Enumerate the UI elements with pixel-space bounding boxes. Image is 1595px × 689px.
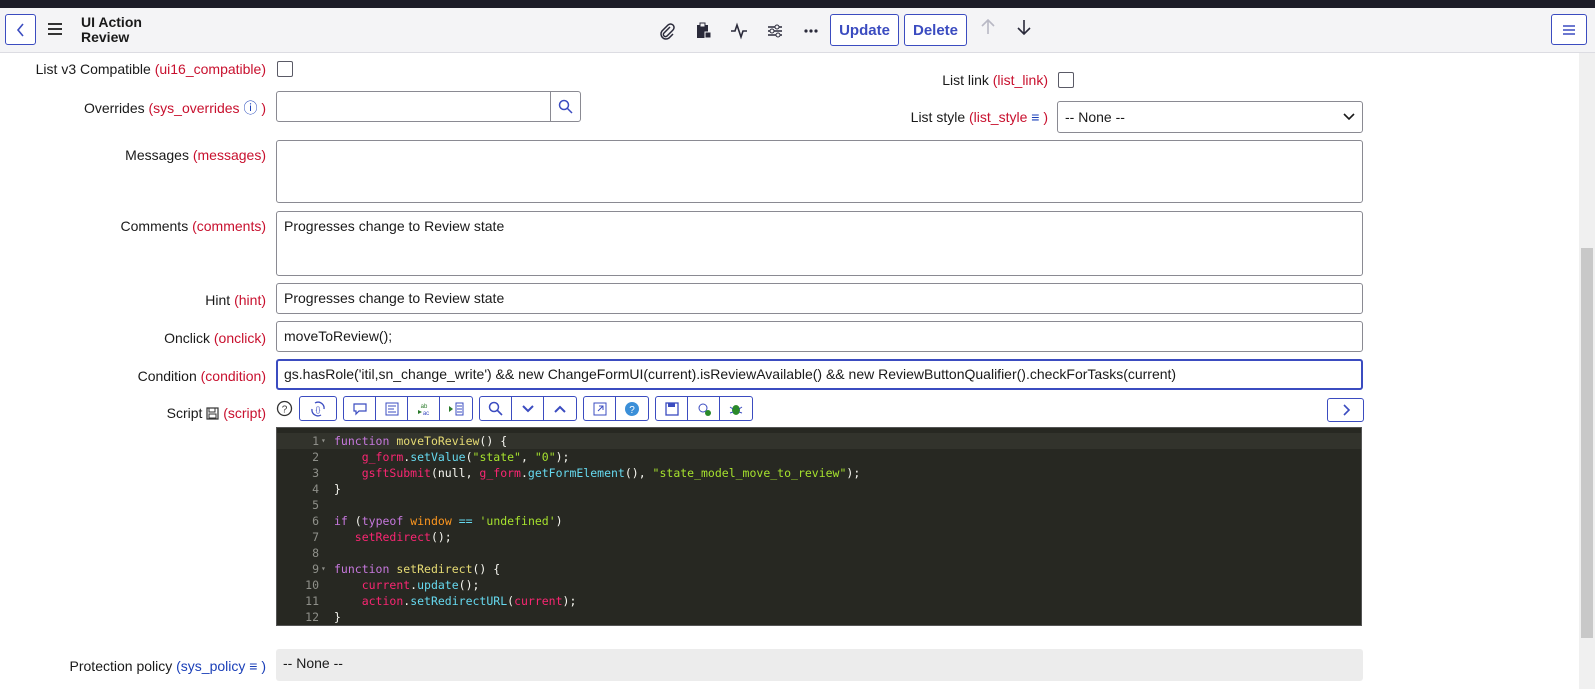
back-button[interactable] [5, 14, 36, 45]
svg-text:?: ? [282, 405, 288, 416]
save-icon[interactable] [206, 407, 219, 423]
bug-icon[interactable] [720, 397, 752, 420]
protection-policy-label: Protection policy (sys_policy ≡ ) [69, 658, 266, 674]
code-line: 2 g_form.setValue("state", "0"); [312, 450, 570, 464]
clipboard-icon[interactable] [692, 20, 714, 42]
script-debugger-icon[interactable] [688, 397, 720, 420]
list-icon[interactable]: ≡ [1031, 109, 1039, 125]
list-icon[interactable]: ≡ [249, 658, 257, 674]
chevron-down-icon [1343, 113, 1355, 121]
list-style-select[interactable]: -- None -- [1057, 101, 1363, 133]
help-circle-icon[interactable]: ? [616, 397, 648, 420]
comment-icon[interactable] [344, 397, 376, 420]
code-line: 11 action.setRedirectURL(current); [305, 594, 577, 608]
overrides-label: Overrides (sys_overrides ⓘ ) [83, 100, 266, 116]
code-line: 5 [312, 498, 319, 512]
onclick-label: Onclick (onclick) [164, 330, 266, 346]
script-label: Script (script) [166, 405, 266, 423]
overrides-input[interactable] [276, 91, 551, 122]
svg-text:ab: ab [420, 404, 427, 410]
scrollbar-thumb[interactable] [1581, 248, 1593, 638]
condition-label: Condition (condition) [137, 368, 266, 384]
comments-label: Comments (comments) [120, 218, 266, 234]
code-line: 8 [312, 546, 319, 560]
top-strip [0, 0, 1595, 8]
replace-all-icon[interactable] [440, 397, 472, 420]
onclick-input[interactable]: moveToReview(); [276, 321, 1363, 352]
list-style-label: List style (list_style ≡ ) [910, 109, 1048, 125]
arrow-up-icon[interactable] [980, 18, 996, 41]
toggle-syntax-icon[interactable]: {} [300, 397, 336, 420]
messages-label: Messages (messages) [125, 147, 266, 163]
svg-text:{}: {} [316, 407, 321, 414]
code-line: 10 current.update(); [305, 578, 480, 592]
code-line: 12} [305, 610, 341, 624]
chevron-right-icon [1342, 404, 1350, 416]
format-code-icon[interactable] [376, 397, 408, 420]
list-icon [1563, 24, 1575, 35]
help-icon[interactable]: ? [276, 400, 293, 420]
ui16-compatible-label: List v3 Compatible (ui16_compatible) [35, 61, 266, 77]
update-button[interactable]: Update [830, 14, 899, 46]
code-line: 7 setRedirect(); [312, 530, 452, 544]
activity-icon[interactable] [728, 20, 750, 42]
list-style-value: -- None -- [1065, 109, 1125, 125]
info-icon[interactable]: ⓘ [243, 100, 257, 116]
overrides-lookup-button[interactable] [550, 91, 581, 122]
code-line: 6 if (typeof window == 'undefined') [312, 514, 563, 528]
chevron-left-icon [16, 22, 24, 37]
chevron-up-icon[interactable] [544, 397, 576, 420]
script-editor[interactable]: 1 ▾ function moveToReview() { 2 g_form.set… [276, 427, 1362, 626]
more-icon[interactable] [800, 20, 822, 42]
code-line: 1 ▾ function moveToReview() { [277, 433, 1361, 449]
paperclip-icon[interactable] [656, 20, 678, 42]
expand-editor-button[interactable] [1327, 398, 1364, 422]
save-icon[interactable] [656, 397, 688, 420]
script-toolbar: {} ab ac ? [299, 396, 759, 421]
code-line: 9 ▾ function setRedirect() { [312, 562, 501, 576]
fullscreen-icon[interactable] [584, 397, 616, 420]
list-link-label: List link (list_link) [942, 72, 1048, 88]
sliders-icon[interactable] [764, 20, 786, 42]
replace-icon[interactable]: ab ac [408, 397, 440, 420]
svg-text:ac: ac [422, 411, 428, 416]
condition-input[interactable]: gs.hasRole('itil,sn_change_write') && ne… [276, 359, 1363, 390]
arrow-down-icon[interactable] [1016, 18, 1032, 41]
code-line: 4} [312, 482, 341, 496]
hint-label: Hint (hint) [205, 292, 266, 308]
hint-input[interactable]: Progresses change to Review state [276, 283, 1363, 314]
form-header: UI Action Review Update Delete [0, 8, 1595, 53]
list-link-checkbox[interactable] [1058, 72, 1074, 88]
ui16-compatible-checkbox[interactable] [277, 61, 293, 77]
code-line: 3 gsftSubmit(null, g_form.getFormElement… [312, 466, 861, 480]
search-icon[interactable] [480, 397, 512, 420]
comments-textarea[interactable]: Progresses change to Review state [276, 211, 1363, 276]
context-menu-icon[interactable] [48, 22, 62, 36]
delete-button[interactable]: Delete [904, 14, 967, 46]
search-icon [558, 99, 573, 114]
page-title: UI Action Review [81, 14, 142, 45]
chevron-down-icon[interactable] [512, 397, 544, 420]
form-menu-button[interactable] [1551, 14, 1587, 45]
messages-textarea[interactable] [276, 140, 1363, 203]
protection-policy-value: -- None -- [276, 649, 1363, 681]
svg-text:?: ? [629, 405, 635, 416]
